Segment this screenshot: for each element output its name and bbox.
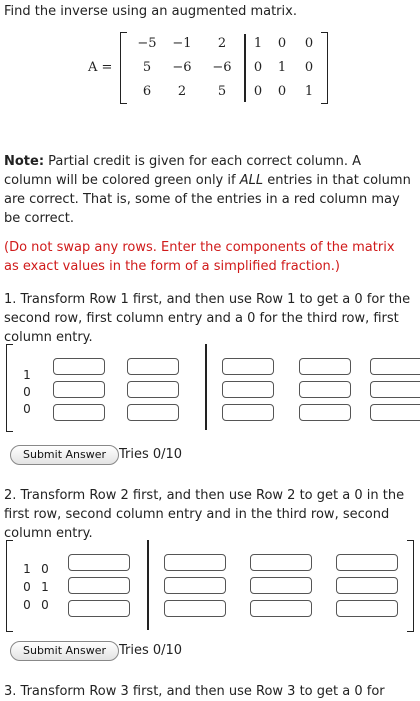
tries-counter: Tries 0/10 [119, 643, 183, 658]
submit-answer-button[interactable]: Submit Answer [10, 445, 120, 465]
step-1-input[interactable] [53, 404, 105, 421]
step-1-left-bracket [6, 344, 13, 432]
step-2-given-cell: 0 [23, 580, 31, 594]
step-2-right-bracket [407, 540, 414, 632]
step-2-left-bracket [6, 540, 13, 632]
matrix-left-bracket [120, 32, 127, 104]
step-2-given-cell: 0 [23, 598, 31, 612]
step-2-input[interactable] [336, 554, 398, 571]
matrix-cell: 0 [304, 36, 314, 51]
step-1-prompt: 1. Transform Row 1 first, and then use R… [4, 292, 411, 345]
step-2-input[interactable] [250, 600, 312, 617]
step-2-input[interactable] [164, 577, 226, 594]
matrix-cell: 0 [304, 60, 314, 75]
step-1-input[interactable] [222, 381, 274, 398]
step-1-input[interactable] [127, 358, 179, 375]
matrix-cell: −6 [212, 60, 232, 75]
step-2-given-cell: 1 [23, 562, 31, 576]
matrix-label: A = [88, 60, 113, 75]
step-2-given-cell: 1 [41, 580, 49, 594]
step-1-input[interactable] [222, 358, 274, 375]
note-paragraph: Note: Partial credit is given for each c… [4, 152, 412, 228]
matrix-cell: 2 [217, 36, 227, 51]
step-1-augment-bar [205, 344, 207, 430]
matrix-cell: −5 [137, 36, 157, 51]
step-2-given-cell: 0 [41, 598, 49, 612]
step-1-input[interactable] [370, 358, 420, 375]
step-2-input[interactable] [336, 577, 398, 594]
tries-counter: Tries 0/10 [119, 447, 183, 462]
step-2-input[interactable] [336, 600, 398, 617]
warning-text: (Do not swap any rows. Enter the compone… [4, 240, 395, 274]
step-1-input[interactable] [53, 358, 105, 375]
step-1-input[interactable] [370, 404, 420, 421]
matrix-cell: 2 [177, 84, 187, 99]
step-2-given-cell: 0 [41, 562, 49, 576]
step-1-input[interactable] [299, 404, 351, 421]
step-1-given-cell: 1 [23, 368, 31, 382]
step-1-input[interactable] [299, 381, 351, 398]
matrix-cell: −1 [172, 36, 192, 51]
step-1-input[interactable] [53, 381, 105, 398]
step-2-input[interactable] [164, 554, 226, 571]
step-2-input[interactable] [164, 600, 226, 617]
step-1-input[interactable] [299, 358, 351, 375]
matrix-cell: 5 [142, 60, 152, 75]
step-1-input[interactable] [222, 404, 274, 421]
step-1-input[interactable] [127, 381, 179, 398]
note-emphasis: ALL [239, 173, 264, 188]
step-2-augment-bar [147, 540, 149, 630]
matrix-cell: 5 [217, 84, 227, 99]
instruction-text: Find the inverse using an augmented matr… [4, 4, 297, 19]
submit-answer-button[interactable]: Submit Answer [10, 641, 120, 661]
matrix-cell: 6 [142, 84, 152, 99]
step-1-input[interactable] [370, 381, 420, 398]
step-2-prompt: 2. Transform Row 2 first, and then use R… [4, 488, 405, 541]
step-3-prompt: 3. Transform Row 3 first, and then use R… [4, 684, 385, 699]
note-label: Note: [4, 154, 45, 169]
step-1-given-cell: 0 [23, 402, 31, 416]
step-2-input[interactable] [68, 577, 130, 594]
matrix-cell: −6 [172, 60, 192, 75]
step-1-given-cell: 0 [23, 385, 31, 399]
matrix-cell: 1 [304, 84, 314, 99]
step-2-input[interactable] [250, 554, 312, 571]
step-2-input[interactable] [68, 600, 130, 617]
step-2-input[interactable] [250, 577, 312, 594]
step-2-input[interactable] [68, 554, 130, 571]
step-1-input[interactable] [127, 404, 179, 421]
